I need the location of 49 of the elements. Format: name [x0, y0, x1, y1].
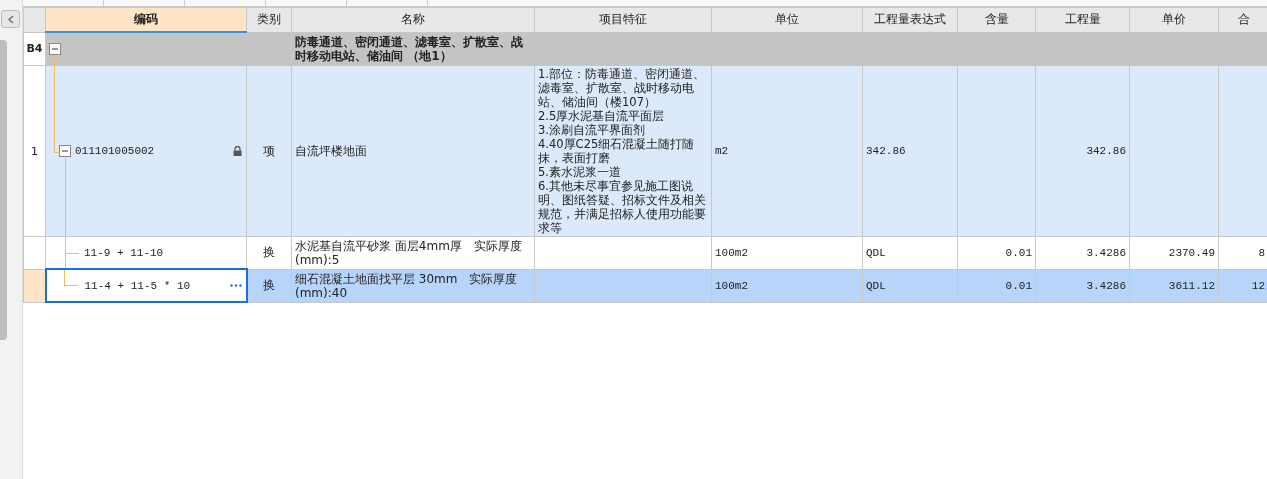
quantity-cell: 3.4286 — [1086, 246, 1126, 259]
type-cell: 项 — [263, 143, 275, 158]
column-header[interactable]: 名称 — [291, 7, 535, 32]
row-number: B4 — [26, 42, 43, 56]
expression-cell: 342.86 — [866, 145, 906, 157]
more-icon[interactable] — [229, 284, 242, 287]
column-header[interactable]: 单位 — [711, 7, 863, 32]
collapse-tab[interactable] — [1, 10, 20, 28]
type-cell: 换 — [263, 278, 276, 292]
expression-cell: QDL — [866, 279, 886, 292]
row-number: 1 — [31, 144, 38, 158]
name-cell: 细石混凝土地面找平层 30mm 实际厚度(mm):40 — [295, 271, 518, 300]
item-code: 11-4 + 11-5 * 10 — [84, 279, 191, 292]
feature-line: 1.部位：防毒通道、密闭通道、滤毒室、扩散室、战时移动电站、储油间（楼107） — [538, 67, 706, 109]
price-cell: 3611.12 — [1168, 279, 1215, 292]
column-header[interactable]: 含量 — [957, 7, 1036, 32]
type-cell: 换 — [263, 245, 275, 260]
column-header[interactable]: 编码 — [45, 7, 247, 32]
content-cell: 0.01 — [1005, 279, 1032, 292]
unit-cell: 100m2 — [715, 279, 748, 292]
feature-line: 6.其他未尽事宜参见施工图说明、图纸答疑、招标文件及相关规范，并满足招标人使用功能要求等 — [538, 179, 707, 235]
feature-line: 3.涂刷自流平界面剂 — [538, 123, 646, 137]
name-cell: 自流坪楼地面 — [295, 143, 367, 158]
column-header[interactable]: 单价 — [1129, 7, 1219, 32]
column-header[interactable]: 工程量 — [1035, 7, 1130, 32]
column-header[interactable]: 合 — [1218, 7, 1267, 32]
total-cell: 12 — [1251, 279, 1265, 292]
name-cell: 防毒通道、密闭通道、滤毒室、扩散室、战时移动电站、储油间 （地1） — [295, 34, 523, 63]
unit-cell: m2 — [715, 145, 729, 157]
collapse-icon[interactable] — [59, 145, 71, 157]
chevron-left-icon — [7, 14, 14, 24]
feature-line: 5.素水泥浆一道 — [538, 165, 622, 179]
feature-line: 2.5厚水泥基自流平面层 — [538, 109, 666, 123]
total-cell: 8 — [1258, 246, 1265, 259]
feature-line: 4.40厚C25细石混凝土随打随抹，表面打磨 — [538, 137, 696, 165]
scrollbar-thumb[interactable] — [0, 40, 7, 340]
quantity-cell: 3.4286 — [1086, 279, 1126, 292]
column-header[interactable]: 工程量表达式 — [862, 7, 958, 32]
collapse-icon[interactable] — [49, 43, 61, 55]
column-header[interactable]: 类别 — [246, 7, 292, 32]
content-cell: 0.01 — [1005, 246, 1032, 259]
price-cell: 2370.49 — [1168, 246, 1215, 259]
quantity-cell: 342.86 — [1086, 145, 1126, 157]
unit-cell: 100m2 — [715, 246, 748, 259]
item-code: 11-9 + 11-10 — [84, 246, 164, 259]
expression-cell: QDL — [866, 246, 886, 259]
column-header[interactable]: 项目特征 — [534, 7, 712, 32]
item-code: 011101005002 — [75, 145, 155, 157]
name-cell: 水泥基自流平砂浆 面层4mm厚 实际厚度(mm):5 — [295, 238, 522, 267]
